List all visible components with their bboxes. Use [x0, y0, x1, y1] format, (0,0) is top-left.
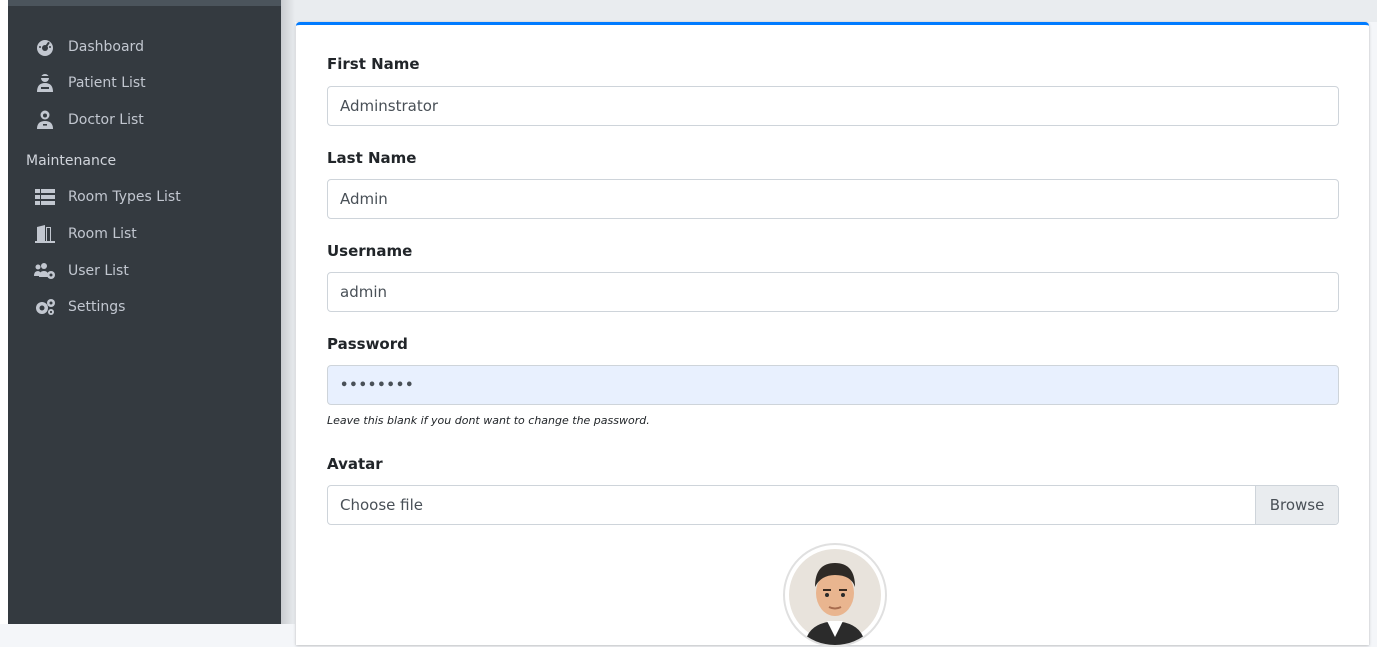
avatar-file-input[interactable]: Choose file Browse — [327, 485, 1339, 525]
sidebar-item-room-list[interactable]: Room List — [34, 220, 137, 248]
user-injured-icon — [34, 73, 56, 93]
door-open-icon — [34, 224, 56, 244]
left-edge-strip — [0, 0, 8, 624]
last-name-input[interactable]: Admin — [327, 179, 1339, 219]
password-label: Password — [327, 335, 408, 353]
sidebar: Dashboard Patient List Doctor List Maint… — [8, 0, 281, 624]
password-value: •••••••• — [340, 377, 415, 393]
username-value: admin — [340, 283, 387, 301]
first-name-input[interactable]: Adminstrator — [327, 86, 1339, 126]
list-icon — [34, 187, 56, 207]
avatar-label: Avatar — [327, 455, 383, 473]
sidebar-item-label: Room List — [68, 226, 137, 242]
username-input[interactable]: admin — [327, 272, 1339, 312]
avatar-file-text: Choose file — [340, 496, 423, 514]
avatar-image — [783, 543, 887, 647]
sidebar-item-settings[interactable]: Settings — [34, 293, 125, 321]
sidebar-top-border — [8, 0, 281, 6]
sidebar-item-label: Patient List — [68, 75, 146, 91]
sidebar-item-label: User List — [68, 263, 129, 279]
first-name-value: Adminstrator — [340, 97, 439, 115]
last-name-value: Admin — [340, 190, 388, 208]
first-name-label: First Name — [327, 55, 420, 73]
cogs-icon — [34, 297, 56, 317]
sidebar-item-dashboard[interactable]: Dashboard — [34, 33, 144, 61]
tachometer-icon — [34, 37, 56, 57]
sidebar-item-label: Dashboard — [68, 39, 144, 55]
nav-header-maintenance: Maintenance — [26, 153, 117, 169]
user-form-card: First Name Adminstrator Last Name Admin … — [296, 22, 1369, 647]
users-cog-icon — [34, 261, 56, 281]
user-md-icon — [34, 110, 56, 130]
sidebar-item-label: Room Types List — [68, 189, 181, 205]
last-name-label: Last Name — [327, 149, 417, 167]
browse-button[interactable]: Browse — [1255, 486, 1338, 524]
sidebar-item-label: Doctor List — [68, 112, 144, 128]
sidebar-item-doctor-list[interactable]: Doctor List — [34, 106, 144, 134]
sidebar-item-label: Settings — [68, 299, 126, 315]
password-input[interactable]: •••••••• — [327, 365, 1339, 405]
password-help-text: Leave this blank if you dont want to cha… — [327, 414, 650, 427]
sidebar-shadow — [281, 0, 295, 624]
sidebar-item-room-types-list[interactable]: Room Types List — [34, 183, 181, 211]
top-bar — [295, 0, 1377, 22]
sidebar-item-user-list[interactable]: User List — [34, 257, 129, 285]
username-label: Username — [327, 242, 413, 260]
sidebar-item-patient-list[interactable]: Patient List — [34, 69, 146, 97]
